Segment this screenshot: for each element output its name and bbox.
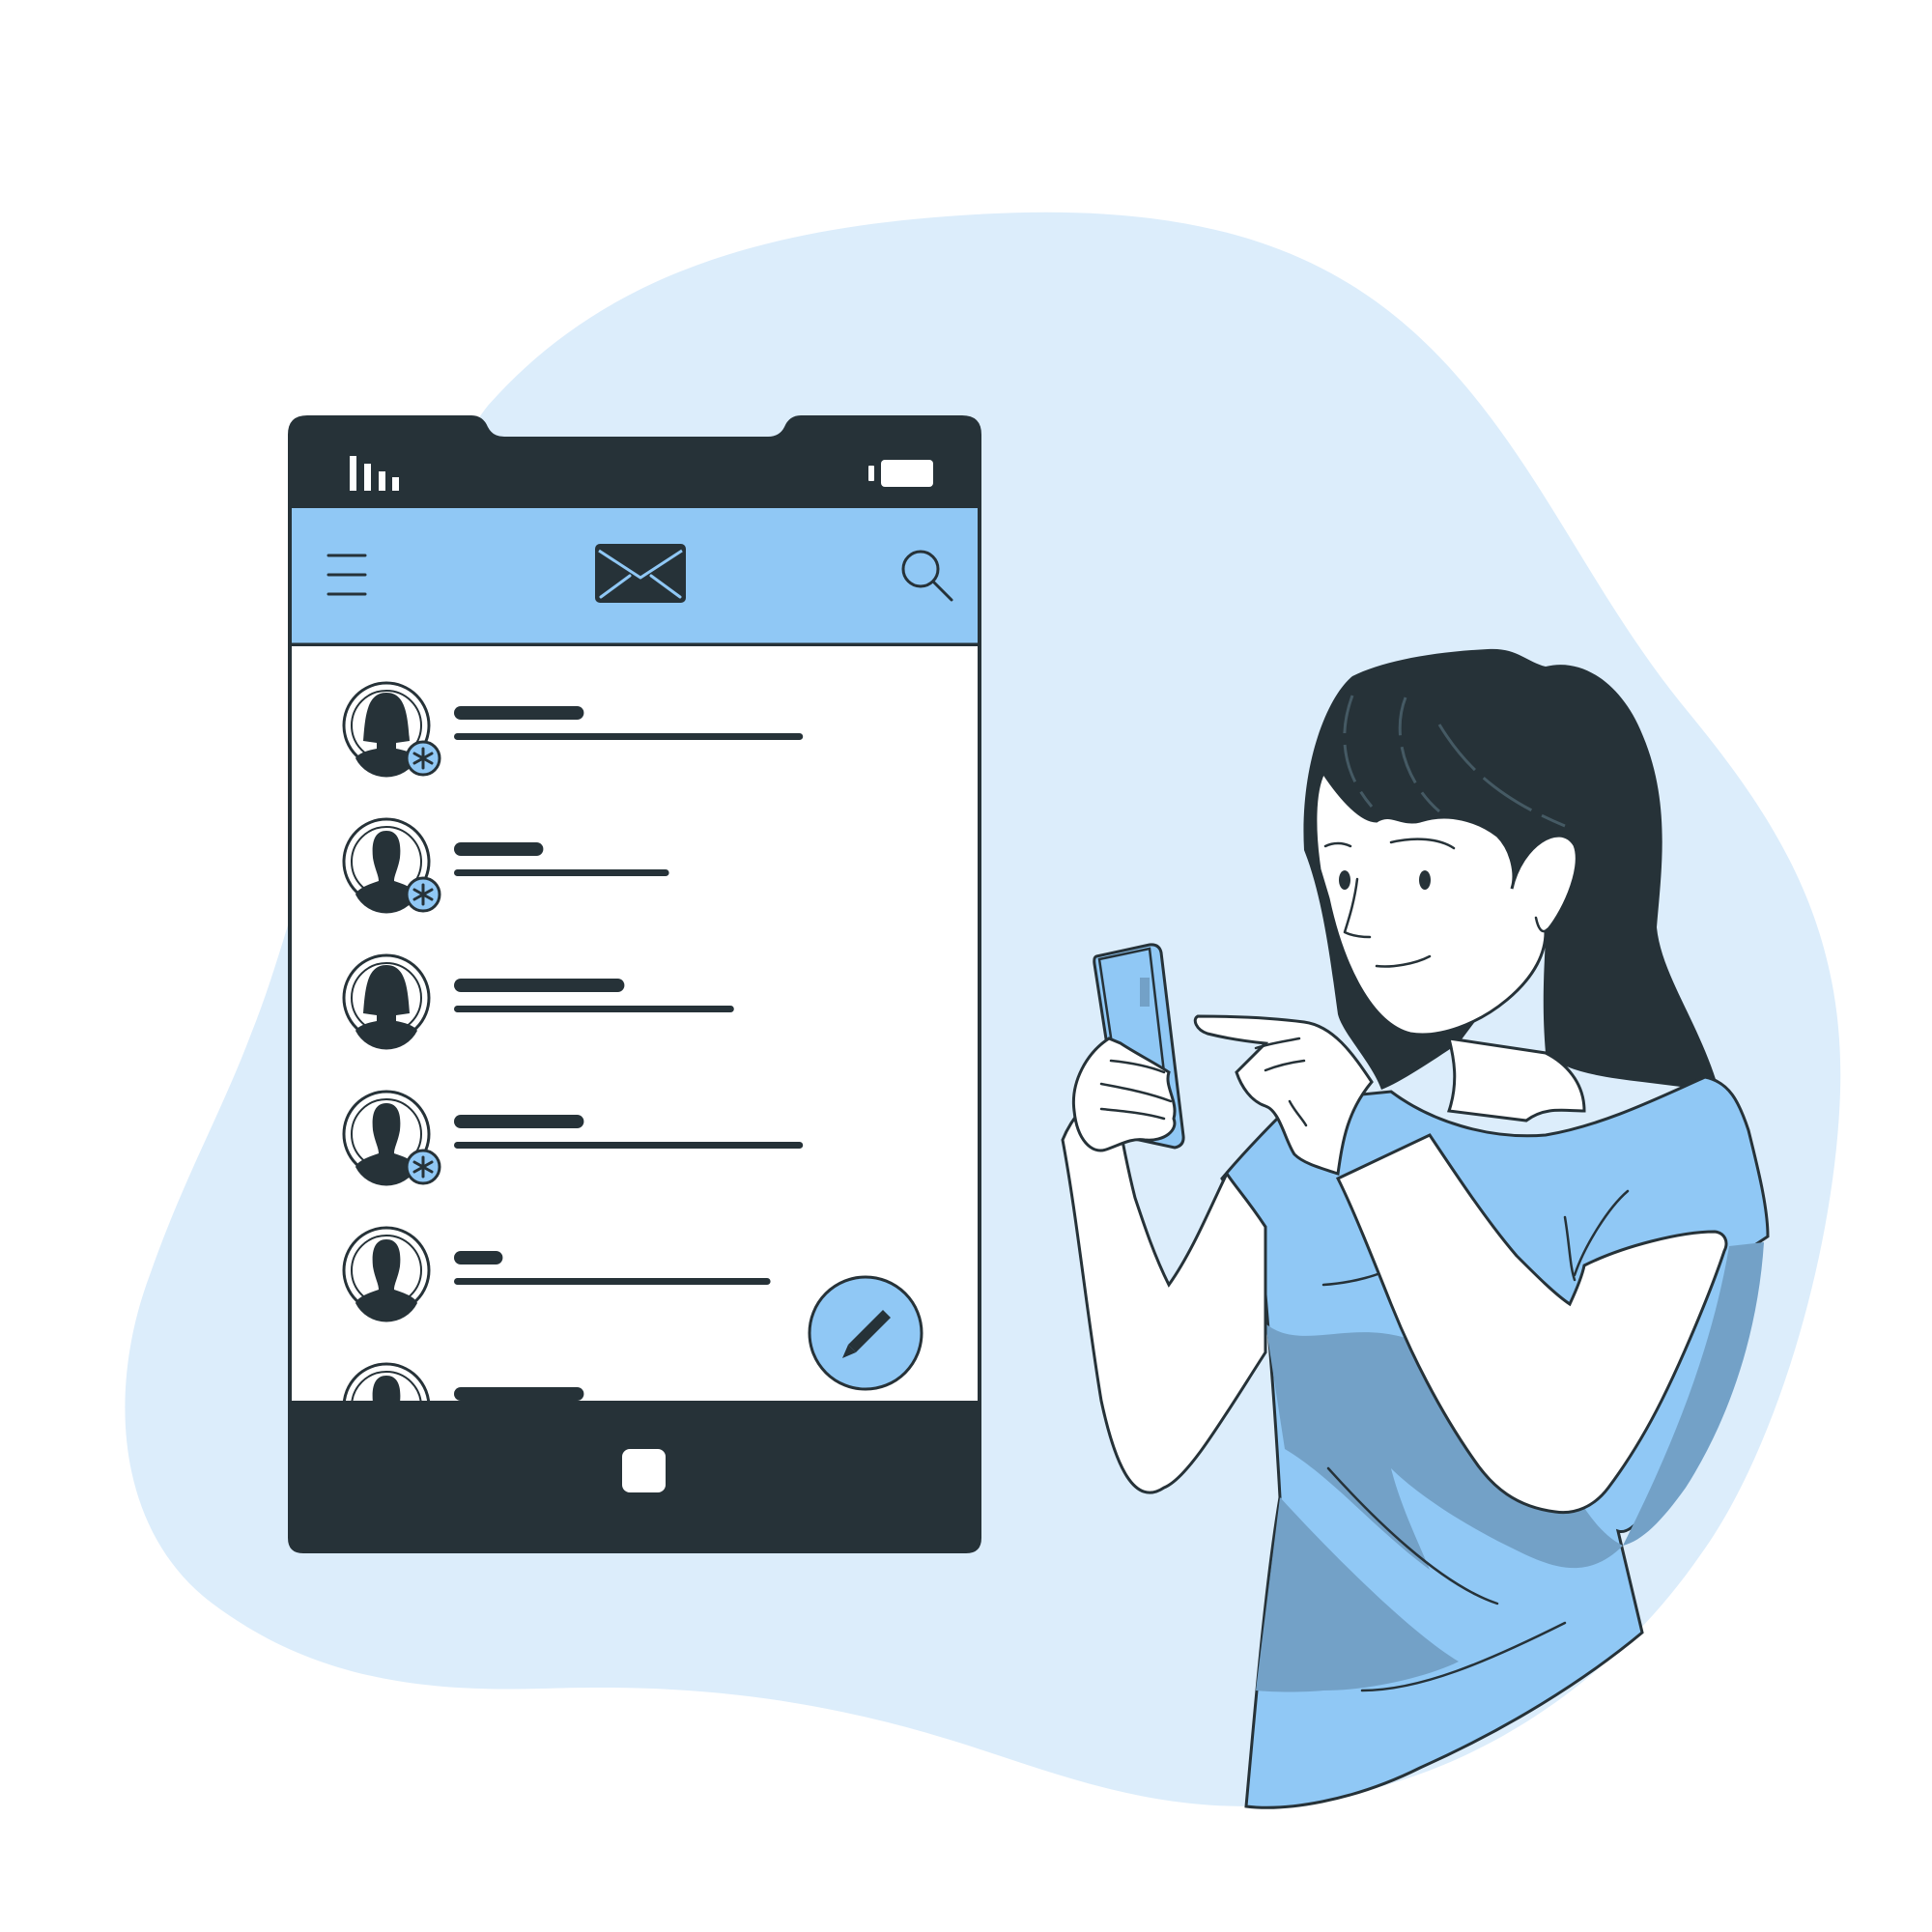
envelope-icon bbox=[595, 544, 686, 603]
phone-mockup bbox=[288, 415, 981, 1553]
sender-name-placeholder bbox=[454, 1251, 503, 1264]
compose-button[interactable] bbox=[808, 1275, 923, 1391]
home-button-icon[interactable] bbox=[622, 1449, 666, 1492]
new-message-badge-icon bbox=[405, 1149, 441, 1185]
left-eye bbox=[1339, 870, 1350, 890]
new-message-badge-icon bbox=[405, 876, 441, 913]
sender-name-placeholder bbox=[454, 979, 625, 992]
message-preview-placeholder bbox=[454, 1278, 771, 1285]
illustration-canvas bbox=[125, 212, 1841, 1809]
message-preview-placeholder bbox=[454, 733, 804, 740]
new-message-badge-icon bbox=[405, 740, 441, 777]
message-preview-placeholder bbox=[454, 1006, 734, 1012]
sender-name-placeholder bbox=[454, 706, 584, 720]
right-eye bbox=[1419, 870, 1431, 890]
sender-name-placeholder bbox=[454, 842, 544, 856]
message-preview-placeholder bbox=[454, 1142, 804, 1149]
sender-name-placeholder bbox=[454, 1115, 584, 1128]
message-preview-placeholder bbox=[454, 869, 669, 876]
sender-name-placeholder bbox=[454, 1387, 584, 1401]
